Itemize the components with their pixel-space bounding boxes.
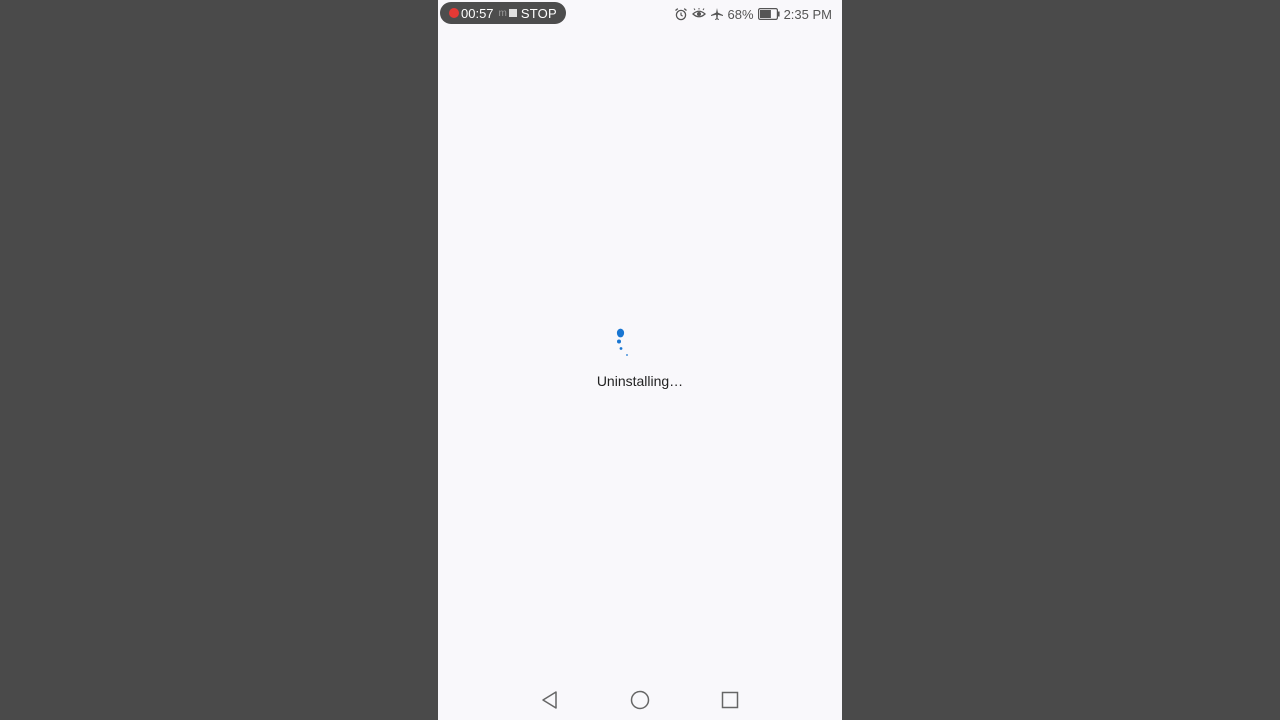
spinner-dot bbox=[617, 339, 621, 344]
recording-elapsed-time: 00:57 bbox=[461, 5, 494, 21]
battery-icon bbox=[757, 8, 780, 20]
recent-apps-icon[interactable] bbox=[718, 688, 742, 712]
status-icons: 68% 2:35 PM bbox=[674, 0, 832, 28]
recorder-overlay-text: m bbox=[498, 7, 507, 19]
screen-recorder-pill[interactable]: 00:57 m STOP bbox=[440, 2, 566, 24]
phone-screen: 00:57 m STOP 68% 2:35 PM Uninstalling… bbox=[438, 0, 842, 720]
spinner-dot bbox=[616, 328, 625, 338]
stop-icon[interactable] bbox=[508, 9, 517, 17]
navigation-bar bbox=[438, 680, 842, 720]
stop-recording-button[interactable]: STOP bbox=[521, 6, 557, 21]
status-bar: 00:57 m STOP 68% 2:35 PM bbox=[438, 0, 842, 28]
back-icon[interactable] bbox=[538, 688, 562, 712]
home-icon[interactable] bbox=[628, 688, 652, 712]
alarm-icon bbox=[674, 8, 687, 21]
uninstalling-message: Uninstalling… bbox=[596, 373, 684, 389]
recording-dot-icon bbox=[449, 8, 459, 18]
loading-spinner bbox=[616, 328, 628, 356]
status-clock: 2:35 PM bbox=[783, 6, 832, 22]
eye-comfort-icon bbox=[691, 8, 706, 18]
screen-frame: 00:57 m STOP 68% 2:35 PM Uninstalling… bbox=[0, 0, 1280, 720]
airplane-mode-icon bbox=[710, 8, 723, 20]
spinner-dot bbox=[619, 347, 623, 350]
battery-percentage: 68% bbox=[727, 6, 754, 22]
spinner-dot bbox=[626, 354, 628, 356]
